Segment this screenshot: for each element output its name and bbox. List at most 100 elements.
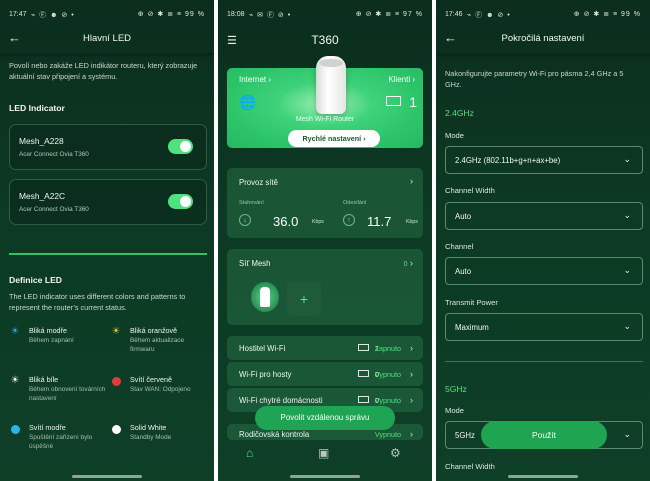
band-5ghz-heading: 5GHz — [445, 384, 467, 394]
clients-label[interactable]: Klienti › — [388, 75, 415, 84]
row-label: Rodičovská kontrola — [239, 430, 310, 439]
chevron-down-icon: ⌄ — [623, 265, 631, 275]
legend-desc: Během zapnání — [29, 337, 74, 344]
led-definition-heading: Definice LED — [9, 275, 63, 285]
led-description: Povolí nebo zakáže LED indikátor routeru… — [9, 61, 198, 81]
traffic-card[interactable]: Provoz sítě › Stahování Odesílání ↓ 36.0… — [227, 168, 423, 238]
select-value: Maximum — [455, 323, 489, 332]
legend-title: Svítí červeně — [130, 375, 172, 384]
add-node-button[interactable]: + — [287, 282, 321, 316]
gesture-bar — [290, 475, 360, 478]
device-model: Acer Connect Ovia T360 — [19, 151, 89, 158]
gesture-bar — [508, 475, 578, 478]
legend-title: Bliká oranžově — [130, 326, 178, 335]
led-toggle[interactable] — [168, 139, 193, 154]
field-label: Transmit Power — [445, 298, 498, 307]
screenshot-collage: 17:47 ⌁ Ⓕ ☻ ⊘ • ⊕ ⊘ ✱ ≣ ≡ 99 % ← Hlavní … — [0, 0, 650, 481]
select-value: 5GHz — [455, 431, 475, 440]
mesh-count-chevron: 0 › — [403, 258, 413, 268]
page-title: T360 — [311, 33, 339, 47]
legend-title: Bliká modře — [29, 326, 67, 335]
notification-icons: ⌁ Ⓕ ☻ ⊘ • — [467, 12, 511, 19]
channel-width-select[interactable]: Auto ⌄ — [445, 202, 643, 230]
white-dot-icon — [110, 423, 122, 435]
row-status: Zapnuto — [374, 344, 401, 353]
chevron-right-icon: › — [410, 395, 413, 405]
list-row-guest-wifi[interactable]: Wi-Fi pro hosty 0 Vypnuto › — [227, 362, 423, 386]
devices-tab-icon[interactable]: ▣ — [318, 446, 329, 460]
device-name: Mesh_A22C — [19, 191, 66, 201]
device-icon — [358, 396, 369, 403]
legend-title: Bliká bíle — [29, 375, 59, 384]
download-unit: Kbps — [312, 219, 324, 225]
field-label: Channel — [445, 242, 474, 251]
page-title: Hlavní LED — [82, 33, 132, 44]
chevron-right-icon: › — [410, 176, 413, 186]
chevron-down-icon: ⌄ — [623, 154, 631, 164]
chevron-right-icon: › — [410, 369, 413, 379]
page-title: Pokročilá nastavení — [501, 33, 585, 44]
globe-icon: 🌐 — [239, 94, 257, 110]
header-shadow — [0, 53, 214, 58]
mode-select[interactable]: 2.4GHz (802.11b+g+n+ax+be) ⌄ — [445, 146, 643, 174]
list-row-host-wifi[interactable]: Hostitel Wi-Fi 1 Zapnuto › — [227, 336, 423, 360]
top-app-bar: ← Pokročilá nastavení — [436, 28, 650, 50]
device-icon — [358, 370, 369, 377]
red-dot-icon — [110, 375, 122, 387]
row-label: Wi-Fi pro hosty — [239, 370, 292, 379]
notification-icons: ⌁ ✉ Ⓕ ⊘ • — [249, 12, 292, 19]
field-label: Channel Width — [445, 186, 495, 195]
home-icon[interactable]: ⌂ — [246, 446, 253, 460]
channel-select[interactable]: Auto ⌄ — [445, 257, 643, 285]
upload-unit: Kbps — [406, 219, 418, 225]
legend-desc: Spuštění zařízení bylo úspěšné — [29, 434, 93, 450]
system-icons: ⊕ ⊘ ✱ ≣ ≡ 97 % — [355, 11, 423, 18]
mesh-label: Síť Mesh — [239, 259, 271, 268]
legend-desc: Během aktualizace firmwaru — [130, 337, 184, 353]
router-name: Mesh Wi-Fi Router — [295, 116, 355, 123]
advanced-description: Nakonfigurujte parametry Wi-Fi pro pásma… — [445, 69, 624, 89]
sun-icon: ☀ — [10, 375, 20, 386]
device-model: Acer Connect Ovia T360 — [19, 206, 89, 213]
status-bar: 18:08 ⌁ ✉ Ⓕ ⊘ • ⊕ ⊘ ✱ ≣ ≡ 97 % — [218, 0, 432, 28]
quick-setup-button[interactable]: Rychlé nastavení › — [288, 130, 380, 147]
remote-management-toast[interactable]: Povolit vzdálenou správu — [255, 406, 395, 430]
devices-icon — [386, 96, 401, 106]
sun-icon: ☀ — [111, 326, 121, 337]
download-label: Stahování — [239, 200, 264, 206]
row-status: Vypnuto — [374, 430, 401, 439]
advanced-settings-screen: 17:46 ⌁ Ⓕ ☻ ⊘ • ⊕ ⊘ ✱ ≣ ≡ 99 % ← Pokroči… — [436, 0, 650, 481]
mesh-card[interactable]: Síť Mesh 0 › + — [227, 249, 423, 325]
system-icons: ⊕ ⊘ ✱ ≣ ≡ 99 % — [137, 11, 205, 18]
internet-label[interactable]: Internet › — [239, 75, 271, 84]
device-card: Mesh_A22C Acer Connect Ovia T360 — [9, 179, 207, 225]
transmit-power-select[interactable]: Maximum ⌄ — [445, 313, 643, 341]
chevron-right-icon: › — [410, 429, 413, 439]
field-label: Mode — [445, 406, 464, 415]
status-bar: 17:47 ⌁ Ⓕ ☻ ⊘ • ⊕ ⊘ ✱ ≣ ≡ 99 % — [0, 0, 214, 28]
upload-label: Odesílání — [343, 200, 367, 206]
device-card: Mesh_A228 Acer Connect Ovia T360 — [9, 124, 207, 170]
chevron-right-icon: › — [410, 343, 413, 353]
upload-arrow-icon: ↑ — [343, 214, 355, 226]
select-value: Auto — [455, 267, 472, 276]
traffic-label: Provoz sítě — [239, 178, 278, 187]
gesture-bar — [72, 475, 142, 478]
device-name: Mesh_A228 — [19, 136, 64, 146]
status-time: 17:47 — [9, 11, 27, 18]
mesh-node-icon[interactable] — [251, 282, 279, 312]
settings-gear-icon[interactable]: ⚙ — [390, 446, 401, 460]
chevron-down-icon: ⌄ — [623, 321, 631, 331]
led-toggle[interactable] — [168, 194, 193, 209]
field-label: Channel Width — [445, 462, 495, 471]
section-divider — [9, 253, 207, 255]
legend-desc: Standby Mode — [130, 434, 172, 441]
led-definition-text: The LED indicator uses different colors … — [9, 292, 186, 312]
field-label: Mode — [445, 131, 464, 140]
clients-count: 1 — [409, 94, 417, 110]
upload-speed: 11.7 — [367, 214, 392, 229]
system-icons: ⊕ ⊘ ✱ ≣ ≡ 99 % — [573, 11, 641, 18]
select-value: 2.4GHz (802.11b+g+n+ax+be) — [455, 156, 561, 165]
download-speed: 36.0 — [273, 214, 299, 229]
apply-button[interactable]: Použít — [481, 421, 607, 449]
